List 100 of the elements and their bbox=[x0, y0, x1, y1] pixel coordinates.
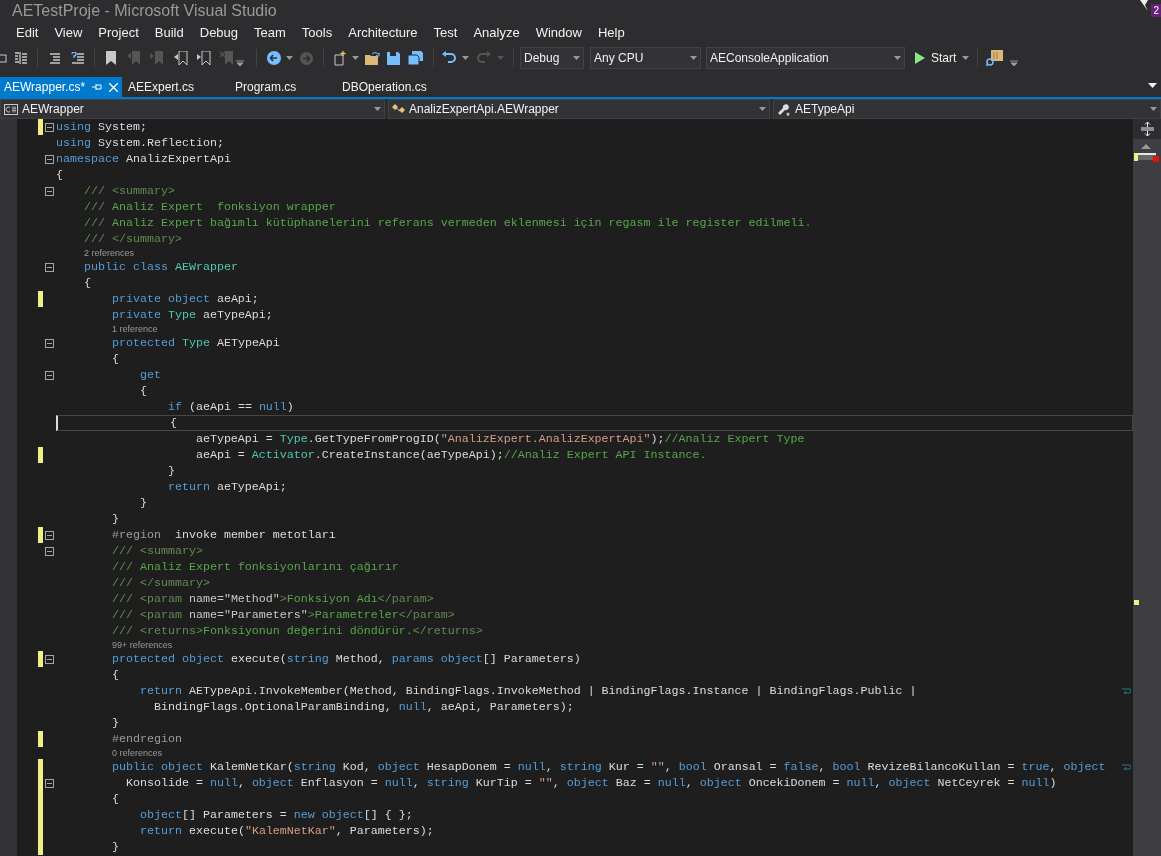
code-line: return execute("KalemNetKar", Parameters); bbox=[138, 823, 434, 839]
caret-icon bbox=[573, 56, 580, 60]
comment-icon[interactable] bbox=[71, 52, 85, 64]
code-line: { bbox=[110, 667, 119, 683]
project-dropdown[interactable]: AEWrapper bbox=[0, 99, 385, 119]
caret-icon[interactable] bbox=[462, 56, 469, 60]
code-line: using System.Reflection; bbox=[56, 135, 224, 151]
change-marker bbox=[1134, 600, 1139, 605]
class-icon bbox=[392, 103, 406, 115]
overflow-icon[interactable] bbox=[1010, 60, 1019, 66]
collapse-icon[interactable] bbox=[45, 262, 54, 272]
code-line: { bbox=[110, 791, 119, 807]
code-line: protected object execute(string Method, params object[] Parameters) bbox=[110, 651, 581, 667]
startup-project-dropdown[interactable]: AEConsoleApplication bbox=[706, 47, 905, 69]
caret-icon bbox=[759, 107, 766, 111]
bookmark-folder-previous-icon[interactable] bbox=[174, 51, 188, 65]
list-icon[interactable] bbox=[14, 51, 28, 65]
collapse-icon[interactable] bbox=[45, 122, 54, 132]
menu-item[interactable]: Analyze bbox=[465, 24, 528, 42]
codelens-reference-count[interactable]: 0 references bbox=[112, 747, 163, 759]
codelens-reference-count[interactable]: 1 reference bbox=[112, 323, 158, 335]
tab-list-dropdown-icon[interactable] bbox=[1148, 83, 1157, 88]
caret-icon bbox=[374, 107, 381, 111]
collapse-icon[interactable] bbox=[45, 338, 54, 348]
collapse-icon[interactable] bbox=[45, 778, 54, 788]
file-tab[interactable]: Program.cs bbox=[229, 77, 336, 97]
menu-item[interactable]: Test bbox=[425, 24, 466, 42]
code-line: object[] Parameters = new object[] { }; bbox=[138, 807, 413, 823]
code-line: private object aeApi; bbox=[110, 291, 259, 307]
collapse-icon[interactable] bbox=[45, 154, 54, 164]
bookmark-icon[interactable] bbox=[105, 51, 117, 65]
csharp-file-icon bbox=[4, 103, 18, 115]
menu-item[interactable]: View bbox=[46, 24, 91, 42]
code-line: /// <param name="Parameters">Parametreler</param> bbox=[110, 607, 455, 623]
collapse-icon[interactable] bbox=[45, 530, 54, 540]
overflow-icon[interactable] bbox=[236, 60, 244, 66]
code-line: /// Analiz Expert bağımlı kütüphanelerini referans vermeden eklenmesi için regasm ile register edilmeli. bbox=[82, 215, 812, 231]
code-line: /// Analiz Expert fonksiyon wrapper bbox=[82, 199, 336, 215]
caret-icon[interactable] bbox=[286, 56, 293, 60]
caret-icon bbox=[690, 56, 697, 60]
code-line: Konsolide = null, object Enflasyon = null, string KurTip = "", object Baz = null, object OncekiDonem = null, object NetCeyrek = null) bbox=[124, 775, 1057, 791]
collapse-icon[interactable] bbox=[45, 654, 54, 664]
navigate-back-icon[interactable] bbox=[267, 51, 281, 65]
menu-item[interactable]: Project bbox=[90, 24, 147, 42]
platform-dropdown[interactable]: Any CPU bbox=[590, 47, 701, 69]
collapse-icon[interactable] bbox=[45, 186, 54, 196]
code-line: return aeTypeApi; bbox=[166, 479, 287, 495]
window-title: AETestProje - Microsoft Visual Studio bbox=[12, 1, 277, 21]
bookmark-folder-next-icon[interactable] bbox=[197, 51, 211, 65]
code-line: /// </summary> bbox=[82, 231, 182, 247]
start-button[interactable]: Start bbox=[915, 47, 970, 69]
menu-item[interactable]: Build bbox=[146, 24, 192, 42]
file-tab[interactable]: AEExpert.cs bbox=[122, 77, 229, 97]
code-line: } bbox=[166, 463, 175, 479]
split-window-icon[interactable] bbox=[1140, 122, 1154, 136]
code-line: aeTypeApi = Type.GetTypeFromProgID("AnalizExpert.AnalizExpertApi");//Analiz Expert Type bbox=[194, 431, 805, 447]
find-in-files-icon[interactable] bbox=[986, 50, 1005, 66]
code-line: #region invoke member metotları bbox=[110, 527, 336, 543]
file-tab[interactable]: AEWrapper.cs* bbox=[0, 77, 122, 97]
configuration-dropdown[interactable]: Debug bbox=[520, 47, 584, 69]
play-icon bbox=[915, 52, 925, 64]
menu-item[interactable]: Architecture bbox=[340, 24, 426, 42]
member-dropdown[interactable]: AETypeApi bbox=[773, 99, 1161, 119]
menu-item[interactable]: Help bbox=[589, 24, 633, 42]
menu-item[interactable]: Team bbox=[246, 24, 294, 42]
vertical-scrollbar[interactable] bbox=[1133, 119, 1161, 856]
scroll-up-icon[interactable] bbox=[1141, 144, 1151, 149]
toolbar-icon[interactable] bbox=[0, 51, 8, 65]
caret-icon[interactable] bbox=[352, 56, 359, 60]
pin-icon[interactable] bbox=[92, 83, 102, 91]
open-folder-icon[interactable] bbox=[365, 51, 380, 65]
menu-item[interactable]: Debug bbox=[191, 24, 247, 42]
type-dropdown[interactable]: AnalizExpertApi.AEWrapper bbox=[388, 99, 770, 119]
code-line: public object KalemNetKar(string Kod, object HesapDonem = null, string Kur = "", bool Oransal = false, bool RevizeBilancoKullan = true, object bbox=[110, 759, 1106, 775]
code-line: /// <param name="Method">Fonksiyon Adı</param> bbox=[110, 591, 434, 607]
save-all-icon[interactable] bbox=[408, 51, 423, 65]
collapse-icon[interactable] bbox=[45, 546, 54, 556]
undo-icon[interactable] bbox=[442, 51, 457, 65]
save-icon[interactable] bbox=[387, 51, 400, 65]
menu-item[interactable]: Tools bbox=[293, 24, 341, 42]
code-line: aeApi = Activator.CreateInstance(aeTypeApi);//Analiz Expert API Instance. bbox=[194, 447, 707, 463]
code-line: /// Analiz Expert fonksiyonlarını çağırır bbox=[110, 559, 399, 575]
flag-icon[interactable] bbox=[1139, 0, 1149, 12]
menu-item[interactable]: Edit bbox=[8, 24, 47, 42]
codelens-reference-count[interactable]: 99+ references bbox=[112, 639, 173, 651]
indent-icon[interactable] bbox=[48, 52, 61, 64]
menu-item[interactable]: Window bbox=[527, 24, 590, 42]
wrench-icon bbox=[777, 102, 791, 116]
code-line: using System; bbox=[56, 119, 147, 135]
new-project-icon[interactable] bbox=[332, 50, 347, 66]
code-line: BindingFlags.OptionalParamBinding, null, aeApi, Parameters); bbox=[152, 699, 574, 715]
file-tab[interactable]: DBOperation.cs bbox=[336, 77, 446, 97]
code-line: namespace AnalizExpertApi bbox=[56, 151, 231, 167]
notification-badge[interactable]: 2 bbox=[1151, 4, 1161, 17]
code-line: return AETypeApi.InvokeMember(Method, BindingFlags.InvokeMethod | BindingFlags.Instance | BindingFlags.Public | bbox=[138, 683, 917, 699]
code-line: public class AEWrapper bbox=[82, 259, 238, 275]
collapse-icon[interactable] bbox=[45, 370, 54, 380]
codelens-reference-count[interactable]: 2 references bbox=[84, 247, 135, 259]
code-line: private Type aeTypeApi; bbox=[110, 307, 273, 323]
close-icon[interactable] bbox=[109, 82, 118, 92]
